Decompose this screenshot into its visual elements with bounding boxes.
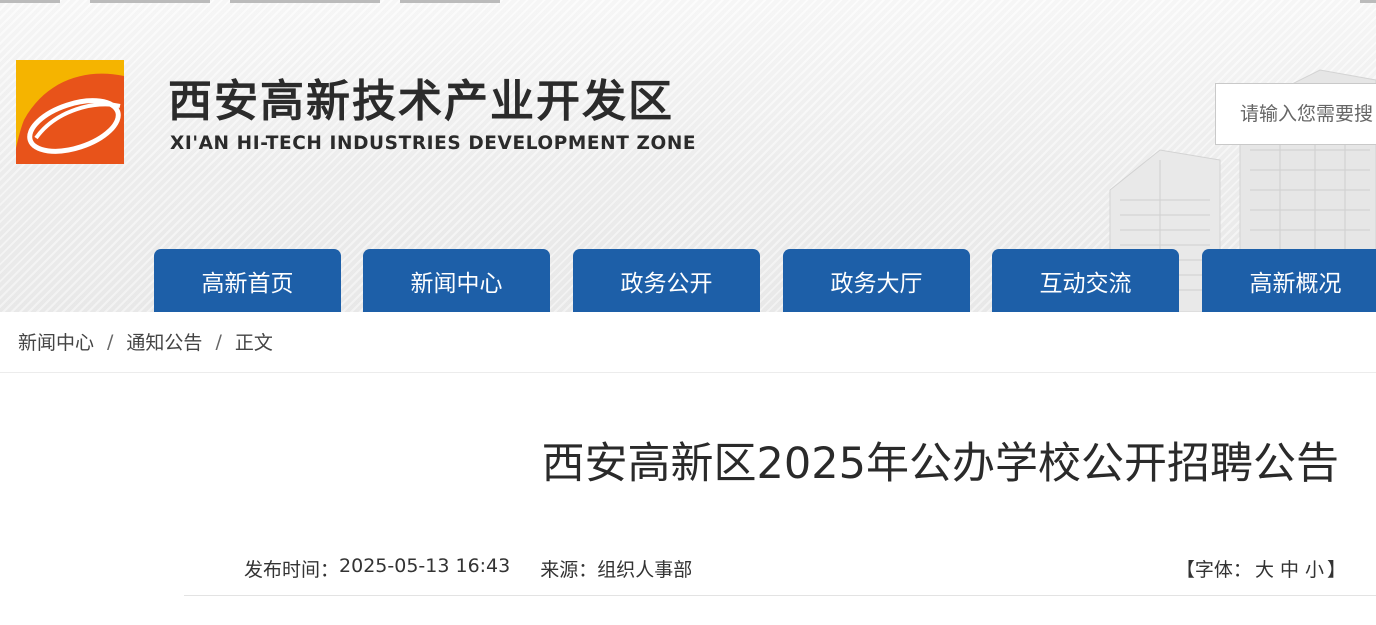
publish-label: 发布时间： (244, 559, 340, 581)
breadcrumb-news-center[interactable]: 新闻中心 (18, 328, 94, 355)
nav-item-overview[interactable]: 高新概况 (1202, 249, 1376, 312)
breadcrumb-separator: / (215, 330, 222, 353)
search-input[interactable] (1215, 83, 1376, 145)
font-size-close-bracket: 】 (1326, 559, 1346, 581)
font-size-medium-button[interactable]: 中 (1280, 555, 1299, 582)
site-header: 西安高新技术产业开发区 XI'AN HI-TECH INDUSTRIES DEV… (0, 0, 1376, 312)
breadcrumb-divider (0, 372, 1376, 373)
nav-item-government-affairs[interactable]: 政务公开 (573, 249, 760, 312)
breadcrumb-notices[interactable]: 通知公告 (126, 328, 202, 355)
xian-hitech-logo-icon (16, 60, 124, 164)
article-meta: 发布时间： 2025-05-13 16:43 来源： 组织人事部 (244, 555, 692, 582)
breadcrumb: 新闻中心 / 通知公告 / 正文 (18, 328, 273, 355)
font-size-small-button[interactable]: 小 (1305, 555, 1324, 582)
breadcrumb-separator: / (107, 330, 114, 353)
nav-item-home[interactable]: 高新首页 (154, 249, 341, 312)
source-label: 来源： (540, 559, 598, 581)
font-size-label: 【字体： (1175, 559, 1252, 581)
source-value: 组织人事部 (597, 559, 693, 581)
nav-item-news-center[interactable]: 新闻中心 (363, 249, 550, 312)
top-strip (0, 0, 1376, 8)
site-title: 西安高新技术产业开发区 (168, 76, 674, 127)
publish-time: 2025-05-13 16:43 (339, 555, 511, 577)
nav-item-service-hall[interactable]: 政务大厅 (783, 249, 970, 312)
font-size-selector: 【字体： 大 中 小 】 (1176, 555, 1346, 582)
breadcrumb-current: 正文 (234, 332, 273, 354)
meta-divider (184, 595, 1376, 596)
main-nav: 高新首页 新闻中心 政务公开 政务大厅 互动交流 高新概况 (0, 249, 1376, 312)
site-subtitle: XI'AN HI-TECH INDUSTRIES DEVELOPMENT ZON… (170, 133, 697, 154)
font-size-large-button[interactable]: 大 (1255, 555, 1274, 582)
nav-item-interaction[interactable]: 互动交流 (992, 249, 1179, 312)
article-title: 西安高新区2025年公办学校公开招聘公告 (541, 439, 1339, 489)
